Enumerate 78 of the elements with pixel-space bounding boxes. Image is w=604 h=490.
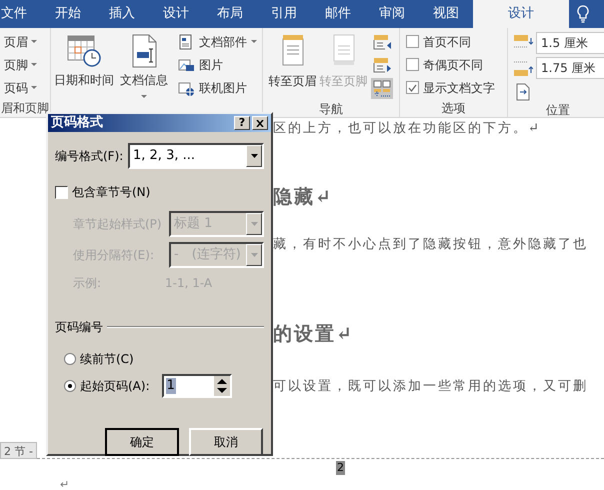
previous-header-icon: [372, 34, 392, 51]
ribbon-large-button[interactable]: 文档信息: [116, 32, 172, 100]
lightbulb-icon: [577, 5, 589, 23]
ribbon-small-button[interactable]: 图片: [178, 55, 257, 74]
calendar-clock-icon: [66, 34, 102, 68]
checkbox[interactable]: [55, 186, 68, 198]
ribbon-tab[interactable]: 设计: [473, 0, 569, 28]
group-label: 眉和页脚: [1, 100, 49, 117]
section-label: 2 节 -: [0, 442, 37, 459]
ribbon-large-button[interactable]: 转至页眉: [267, 32, 318, 100]
ribbon-tab[interactable]: 邮件: [311, 0, 365, 28]
dropdown[interactable]: 1, 2, 3, ...: [128, 143, 264, 169]
radio-label: 起始页码(A):: [80, 378, 150, 395]
caret-icon: [141, 95, 147, 98]
checkbox[interactable]: [406, 81, 419, 94]
dropdown-arrow-icon: [250, 154, 258, 158]
dialog-button[interactable]: 确定: [105, 428, 179, 456]
dropdown-arrow-icon: [250, 253, 258, 257]
spin-up-icon: [214, 376, 230, 386]
close-button[interactable]: [252, 116, 268, 130]
page-icon: [330, 34, 356, 66]
page-number: 2: [336, 461, 345, 475]
footer-distance-icon: [513, 59, 533, 77]
page-icon: [280, 34, 306, 66]
caret-icon: [251, 40, 257, 43]
checkmark-icon: [408, 84, 417, 92]
start-page-spinner[interactable]: 1: [162, 374, 232, 398]
distance-field[interactable]: 1.5 厘米: [536, 32, 604, 54]
distance-field[interactable]: 1.75 厘米: [536, 57, 604, 79]
dropdown-arrow-icon: [250, 222, 258, 226]
ribbon-dropdown-button[interactable]: 页码: [4, 78, 37, 97]
radio-button[interactable]: [64, 380, 76, 392]
link-to-previous-icon: [372, 80, 392, 97]
heading-text: 隐藏↵: [273, 186, 333, 208]
checkbox[interactable]: [406, 58, 419, 71]
ribbon-icon-button[interactable]: [371, 78, 393, 99]
body-text: 区的上方，也可以放在功能区的下方。↵: [273, 121, 541, 136]
close-icon: [256, 120, 264, 126]
ribbon-tab[interactable]: 引用: [257, 0, 311, 28]
body-text: 可以设置，既可以添加一些常用的选项，又可删: [273, 379, 588, 394]
paragraph-mark: ↵: [60, 478, 70, 490]
picture-icon: [178, 56, 195, 72]
spin-down-icon: [214, 386, 230, 396]
ribbon-dropdown-button[interactable]: 页眉: [4, 32, 37, 51]
ribbon-small-button[interactable]: 联机图片: [178, 78, 257, 97]
ribbon-tab[interactable]: 布局: [203, 0, 257, 28]
ribbon-dropdown-button[interactable]: 页脚: [4, 55, 37, 74]
field-label: 编号格式(F):: [55, 148, 124, 165]
online-picture-icon: [178, 80, 195, 96]
checkbox-label: 显示文档文字: [423, 80, 495, 96]
ribbon-tab[interactable]: 插入: [95, 0, 149, 28]
ribbon-small-button[interactable]: 文档部件: [178, 32, 257, 51]
group-label: 位置: [546, 102, 570, 119]
next-header-icon: [372, 57, 392, 74]
radio-label: 续前节(C): [80, 351, 134, 368]
caret-icon: [31, 40, 37, 43]
help-button[interactable]: ?: [234, 116, 250, 130]
dialog-button[interactable]: 取消: [189, 428, 263, 456]
ribbon-large-button[interactable]: 日期和时间: [56, 32, 112, 100]
insert-alignment-tab-icon: [515, 83, 531, 101]
group-label: 选项: [442, 100, 466, 117]
checkbox-label: 包含章节号(N): [72, 184, 150, 201]
dialog-title: 页码格式: [51, 114, 104, 132]
checkbox[interactable]: [406, 35, 419, 48]
ribbon-tab[interactable]: 文件: [0, 0, 41, 28]
ribbon-tab[interactable]: 审阅: [365, 0, 419, 28]
ribbon-tab[interactable]: 开始: [41, 0, 95, 28]
checkbox-label: 奇偶页不同: [423, 56, 483, 74]
group-label: 页码编号: [55, 319, 103, 336]
checkbox-label: 首页不同: [423, 34, 471, 50]
caret-icon: [31, 63, 37, 66]
body-text: 藏，有时不小心点到了隐藏按钮，意外隐藏了也: [273, 237, 588, 252]
heading-text: 的设置↵: [273, 323, 354, 345]
radio-button[interactable]: [64, 353, 76, 365]
caret-icon: [31, 86, 37, 89]
group-label: 导航: [319, 101, 343, 118]
ribbon-tab[interactable]: 设计: [149, 0, 203, 28]
ribbon-tab[interactable]: 视图: [419, 0, 473, 28]
